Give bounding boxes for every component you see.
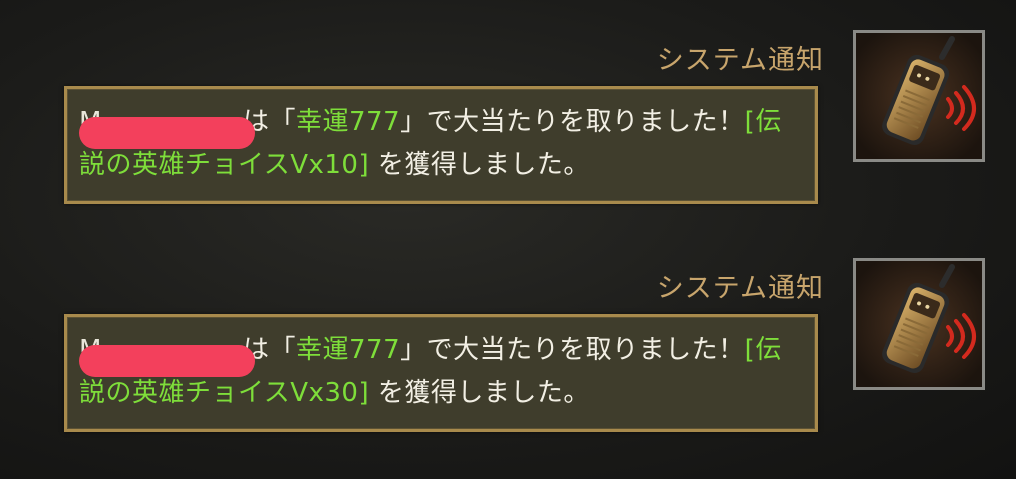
walkie-talkie-icon	[856, 261, 982, 387]
chat-notification: システム通知 Mは「幸運777」で大当たりを取りました！[伝説の英雄チョイスⅤx…	[0, 30, 1016, 230]
message-fragment: を獲得しました。	[377, 378, 590, 408]
redaction-mark	[79, 117, 255, 149]
message-text: Mは「幸運777」で大当たりを取りました！[伝説の英雄チョイスⅤx10] を獲得…	[79, 101, 807, 187]
avatar[interactable]	[853, 30, 985, 162]
message-fragment: 」で大当たりを取りました！	[400, 107, 745, 137]
walkie-talkie-icon	[856, 33, 982, 159]
message-bubble[interactable]: Mは「幸運777」で大当たりを取りました！[伝説の英雄チョイスⅤx30] を獲得…	[64, 314, 818, 432]
message-bubble[interactable]: Mは「幸運777」で大当たりを取りました！[伝説の英雄チョイスⅤx10] を獲得…	[64, 86, 818, 204]
sender-name: システム通知	[656, 45, 824, 76]
redaction-mark	[79, 345, 255, 377]
lottery-name: 幸運777	[296, 335, 401, 365]
message-fragment: 」で大当たりを取りました！	[400, 335, 745, 365]
sender-name: システム通知	[656, 273, 824, 304]
avatar[interactable]	[853, 258, 985, 390]
lottery-name: 幸運777	[296, 107, 401, 137]
message-fragment: を獲得しました。	[377, 150, 590, 180]
chat-notification: システム通知 Mは「幸運777」で大当たりを取りました！[伝説の英雄チョイスⅤx…	[0, 258, 1016, 458]
message-text: Mは「幸運777」で大当たりを取りました！[伝説の英雄チョイスⅤx30] を獲得…	[79, 329, 807, 415]
